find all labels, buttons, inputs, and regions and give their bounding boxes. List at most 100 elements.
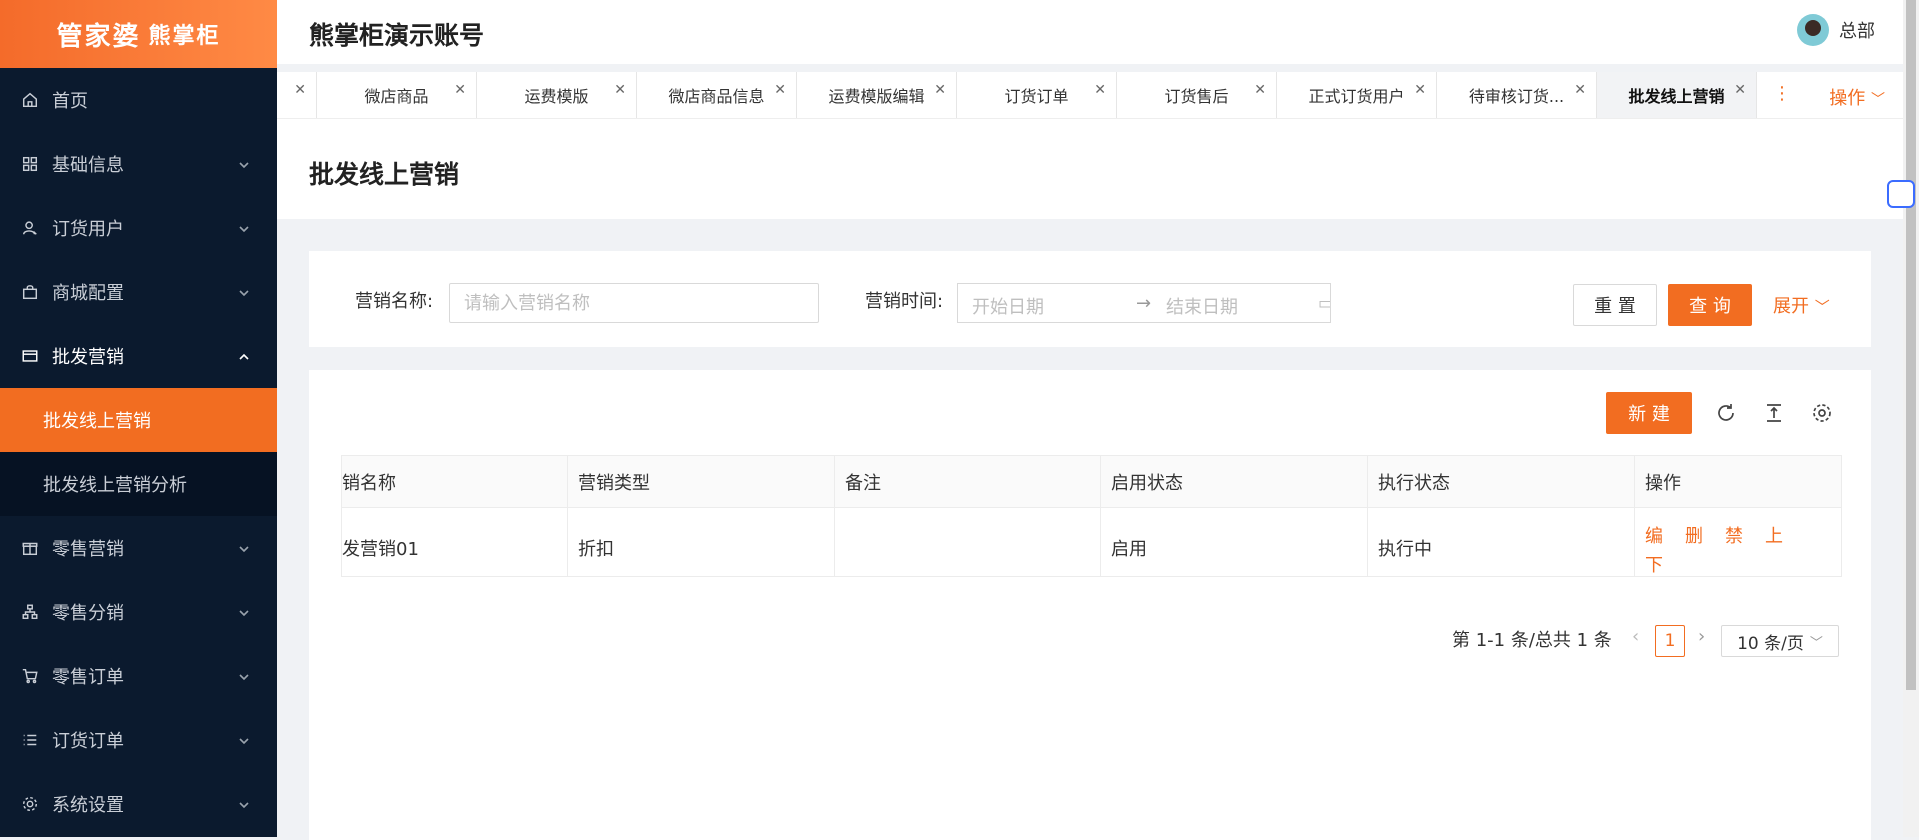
gift-icon [20,538,40,558]
col-header-ops: 操作 [1635,456,1841,508]
sidebar-subitem-online-marketing[interactable]: 批发线上营销 [0,388,277,452]
arrow-right-icon: → [1136,293,1152,314]
tab-formal-users[interactable]: 正式订货用户 ✕ [1277,72,1437,118]
reset-button[interactable]: 重 置 [1573,284,1657,326]
top-header: 熊掌柜演示账号 总部 [277,0,1903,64]
page-scrollbar[interactable] [1903,0,1919,837]
refresh-icon[interactable] [1714,401,1738,425]
close-icon[interactable]: ✕ [1254,82,1266,98]
sidebar-item-order-users[interactable]: 订货用户 [0,196,277,260]
new-button[interactable]: 新 建 [1606,392,1692,434]
expand-toggle[interactable]: 展开 ﹀ [1773,292,1830,318]
move-up-action[interactable]: 上 [1765,522,1805,551]
close-icon[interactable]: ✕ [1414,82,1426,98]
tab-label: 批发线上营销 [1628,87,1725,106]
close-icon[interactable]: ✕ [1094,82,1106,98]
sidebar-item-mall-config[interactable]: 商城配置 [0,260,277,324]
marketing-name-input[interactable] [449,283,819,323]
chevron-down-icon [237,796,251,810]
sidebar-item-basic-info[interactable]: 基础信息 [0,132,277,196]
more-icon[interactable]: ⋮ [1773,83,1791,104]
name-label: 营销名称: [355,291,434,312]
start-date-input[interactable]: 开始日期 [972,293,1044,319]
col-header-name: 销名称 [342,456,568,508]
close-icon[interactable]: ✕ [614,82,626,98]
close-icon[interactable]: ✕ [1574,82,1586,98]
cell-type: 折扣 [568,508,835,576]
sidebar-item-purchase-orders[interactable]: 订货订单 [0,708,277,772]
tab-pending-users[interactable]: 待审核订货... ✕ [1437,72,1597,118]
sidebar-item-label: 系统设置 [52,795,124,816]
data-table: 销名称 营销类型 备注 启用状态 执行状态 操作 发营销01 折扣 启用 执行中… [341,455,1842,577]
chevron-down-icon: ﹀ [1814,298,1830,316]
wholesale-submenu: 批发线上营销 批发线上营销分析 [0,388,277,516]
sidebar-item-system-settings[interactable]: 系统设置 [0,772,277,836]
edit-action[interactable]: 编 [1645,522,1685,551]
tabs-operate-dropdown[interactable]: 操作 ﹀ [1829,84,1885,110]
cart-icon [20,666,40,686]
sidebar-item-retail-distribution[interactable]: 零售分销 [0,580,277,644]
expand-label: 展开 [1773,296,1809,317]
prev-page-icon[interactable]: ‹ [1632,626,1639,647]
sidebar-item-label: 零售分销 [52,603,124,624]
move-down-action[interactable]: 下 [1645,551,1685,576]
page-1-button[interactable]: 1 [1655,625,1685,657]
sidebar-item-label: 零售订单 [52,667,124,688]
page-size-select[interactable]: 10 条/页 ﹀ [1721,625,1839,657]
page-header: 批发线上营销 [277,119,1903,219]
user-menu[interactable]: 总部 [1797,14,1875,46]
close-icon[interactable]: ✕ [774,82,786,98]
query-button[interactable]: 查 询 [1668,284,1752,326]
sidebar-item-label: 订货用户 [52,219,124,240]
next-page-icon[interactable]: › [1698,626,1705,647]
sidebar-item-retail-orders[interactable]: 零售订单 [0,644,277,708]
sidebar-item-label: 零售营销 [52,539,124,560]
sidebar-subitem-marketing-analysis[interactable]: 批发线上营销分析 [0,452,277,516]
tab-purchase-orders[interactable]: 订货订单 ✕ [957,72,1117,118]
column-height-icon[interactable] [1762,401,1786,425]
brand-logo: 管家婆 熊掌柜 [0,0,277,68]
sidebar-item-home[interactable]: 首页 [0,68,277,132]
sidebar-item-retail-marketing[interactable]: 零售营销 [0,516,277,580]
sidebar-item-label: 批发营销 [52,347,124,368]
tab-freight-template-edit[interactable]: 运费模版编辑 ✕ [797,72,957,118]
close-icon[interactable]: ✕ [454,82,466,98]
scroll-thumb[interactable] [1906,0,1916,690]
calendar-icon: ▭ [1318,293,1330,314]
sidebar: 管家婆 熊掌柜 首页 基础信息 订货用户 商城配置 批发营销 批发线上营销 批发… [0,0,277,837]
tab-freight-template[interactable]: 运费模版 ✕ [477,72,637,118]
tab-label: 正式订货用户 [1308,87,1405,106]
avatar[interactable] [1797,14,1829,46]
chevron-up-icon [237,348,251,362]
cell-exec: 执行中 [1368,508,1635,576]
tab-after-sales[interactable]: 订货售后 ✕ [1117,72,1277,118]
cell-enabled: 启用 [1101,508,1368,576]
disable-action[interactable]: 禁 [1725,522,1765,551]
tab-label: 订货订单 [1004,87,1069,106]
assistant-float-icon[interactable] [1887,180,1915,208]
tab-online-marketing[interactable]: 批发线上营销 ✕ [1597,72,1757,118]
sidebar-item-wholesale-marketing[interactable]: 批发营销 [0,324,277,388]
tab-weidian-products[interactable]: 微店商品 ✕ [317,72,477,118]
close-icon[interactable]: ✕ [294,82,306,98]
logo-brand: 管家婆 [56,21,141,52]
delete-action[interactable]: 删 [1685,522,1725,551]
chevron-down-icon [237,156,251,170]
date-range-picker[interactable]: 开始日期 → 结束日期 ▭ [957,283,1331,323]
user-icon [20,218,40,238]
sidebar-item-label: 订货订单 [52,731,124,752]
table-card: 新 建 销名称 营销类型 备注 启用状态 执行状态 操作 发营销01 折扣 启用… [309,370,1871,840]
tab-weidian-product-info[interactable]: 微店商品信息 ✕ [637,72,797,118]
col-header-remark: 备注 [835,456,1101,508]
settings-icon[interactable] [1810,401,1834,425]
end-date-input[interactable]: 结束日期 [1166,293,1238,319]
cell-remark [835,508,1101,576]
chevron-down-icon [237,604,251,618]
list-icon [20,730,40,750]
col-header-exec: 执行状态 [1368,456,1635,508]
pagination-summary: 第 1-1 条/总共 1 条 [1452,630,1612,651]
close-icon[interactable]: ✕ [934,82,946,98]
card-icon [20,346,40,366]
tab-hidden[interactable]: ✕ [277,72,317,118]
close-icon[interactable]: ✕ [1734,82,1746,98]
